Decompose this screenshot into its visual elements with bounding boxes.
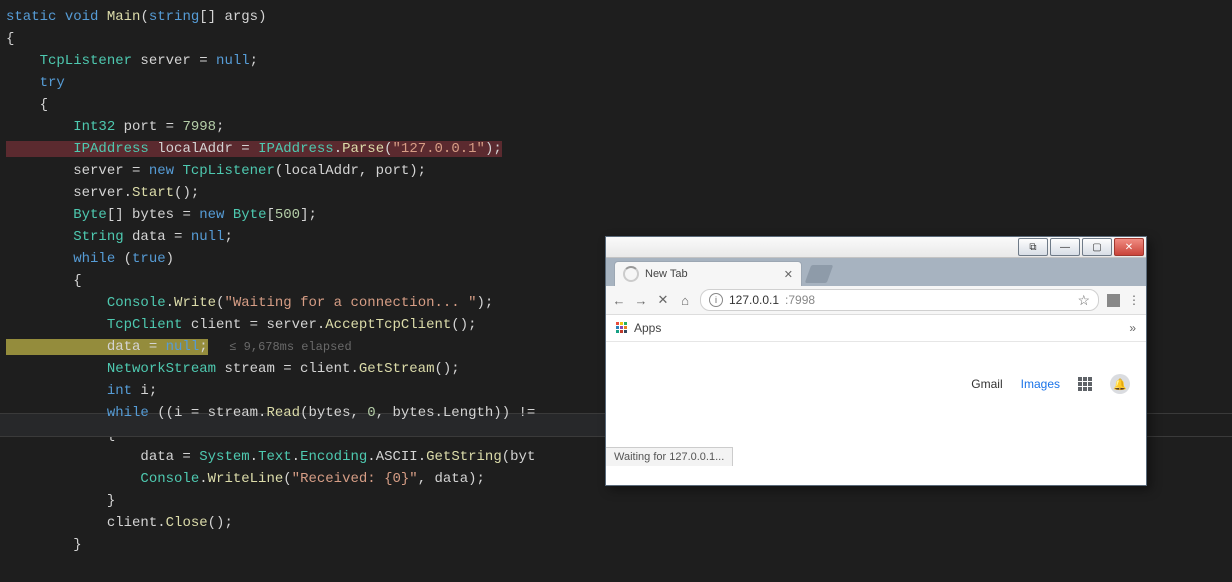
code-line: Int32 port = 7998; — [0, 116, 1232, 138]
code-line: TcpListener server = null; — [0, 50, 1232, 72]
new-tab-button[interactable] — [805, 265, 834, 283]
minimize-button[interactable]: — — [1050, 238, 1080, 256]
back-button[interactable]: ← — [612, 293, 626, 307]
code-line: try — [0, 72, 1232, 94]
bookmarks-overflow-icon[interactable]: » — [1129, 321, 1136, 335]
apps-grid-icon[interactable] — [616, 322, 628, 334]
code-line: server = new TcpListener(localAddr, port… — [0, 160, 1232, 182]
code-line: server.Start(); — [0, 182, 1232, 204]
window-titlebar[interactable]: ⧉ — ▢ ✕ — [606, 237, 1146, 258]
tab-title: New Tab — [645, 268, 688, 280]
code-line: } — [0, 534, 1232, 556]
bookmarks-bar: Apps » — [606, 315, 1146, 342]
page-content: Gmail Images 🔔 Waiting for 127.0.0.1... — [606, 342, 1146, 466]
url-port: :7998 — [785, 293, 815, 307]
close-button[interactable]: ✕ — [1114, 238, 1144, 256]
status-bar: Waiting for 127.0.0.1... — [606, 447, 733, 466]
url-bar[interactable]: i 127.0.0.1 :7998 ☆ — [700, 289, 1099, 311]
nav-toolbar: ← → ✕ ⌂ i 127.0.0.1 :7998 ☆ ⋮ — [606, 286, 1146, 315]
popout-button[interactable]: ⧉ — [1018, 238, 1048, 256]
code-line: } — [0, 490, 1232, 512]
tab-strip: New Tab ✕ — [606, 258, 1146, 286]
extension-icon[interactable] — [1107, 294, 1120, 307]
apps-label[interactable]: Apps — [634, 321, 661, 335]
loading-spinner-icon — [623, 266, 639, 282]
images-link[interactable]: Images — [1021, 377, 1060, 391]
site-info-icon[interactable]: i — [709, 293, 723, 307]
tab-close-icon[interactable]: ✕ — [784, 268, 793, 281]
url-host: 127.0.0.1 — [729, 293, 779, 307]
gmail-link[interactable]: Gmail — [971, 377, 1002, 391]
code-line: { — [0, 94, 1232, 116]
code-line: { — [0, 28, 1232, 50]
code-line: Byte[] bytes = new Byte[500]; — [0, 204, 1232, 226]
browser-tab[interactable]: New Tab ✕ — [614, 261, 802, 286]
browser-window[interactable]: ⧉ — ▢ ✕ New Tab ✕ ← → ✕ ⌂ i 127.0.0.1 :79… — [605, 236, 1147, 486]
code-line: client.Close(); — [0, 512, 1232, 534]
google-apps-icon[interactable] — [1078, 377, 1092, 391]
menu-icon[interactable]: ⋮ — [1128, 293, 1140, 307]
notifications-icon[interactable]: 🔔 — [1110, 374, 1130, 394]
forward-button[interactable]: → — [634, 293, 648, 307]
code-line: IPAddress localAddr = IPAddress.Parse("1… — [0, 138, 1232, 160]
home-button[interactable]: ⌂ — [678, 293, 692, 307]
stop-button[interactable]: ✕ — [656, 293, 670, 307]
bookmark-star-icon[interactable]: ☆ — [1077, 292, 1090, 309]
maximize-button[interactable]: ▢ — [1082, 238, 1112, 256]
google-links: Gmail Images 🔔 — [971, 374, 1130, 394]
code-line: static void Main(string[] args) — [0, 6, 1232, 28]
